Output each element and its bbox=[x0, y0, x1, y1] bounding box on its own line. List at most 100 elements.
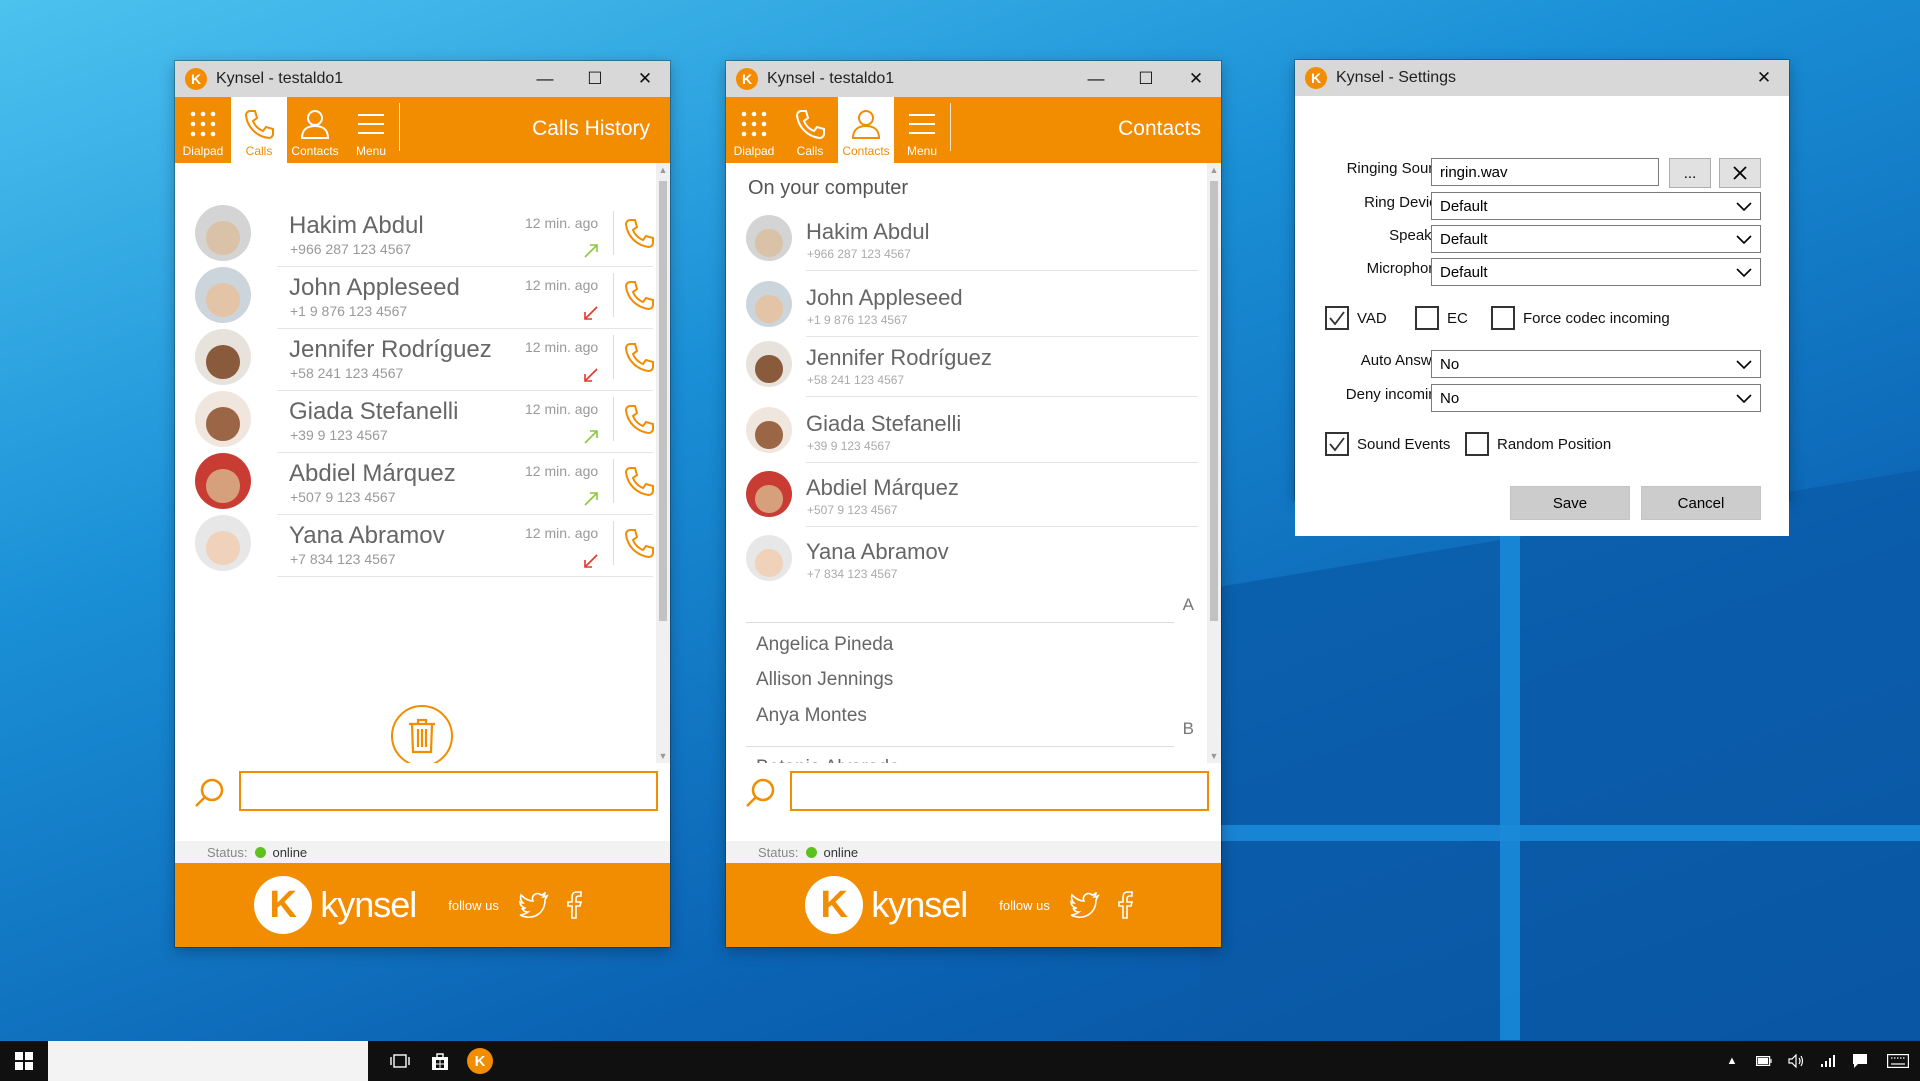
task-view-button[interactable] bbox=[380, 1041, 420, 1081]
call-back-button[interactable] bbox=[623, 527, 655, 564]
network-icon[interactable] bbox=[1812, 1054, 1844, 1068]
maximize-button[interactable]: ☐ bbox=[1121, 61, 1171, 97]
force-codec-label: Force codec incoming bbox=[1523, 309, 1670, 327]
avatar bbox=[195, 205, 251, 261]
facebook-icon[interactable] bbox=[565, 891, 583, 919]
contact-row[interactable]: Yana Abramov +7 834 123 4567 bbox=[746, 529, 1198, 591]
nav-contacts[interactable]: Contacts bbox=[838, 97, 894, 163]
nav-menu[interactable]: Menu bbox=[894, 97, 950, 163]
contacts-window-titlebar[interactable]: K Kynsel - testaldo1 — ☐ ✕ bbox=[726, 61, 1221, 97]
kynsel-taskbar-button[interactable]: K bbox=[460, 1041, 500, 1081]
search-input[interactable] bbox=[239, 771, 658, 811]
settings-window-titlebar[interactable]: K Kynsel - Settings ✕ bbox=[1295, 60, 1789, 96]
phone-icon bbox=[624, 343, 654, 373]
close-button[interactable]: ✕ bbox=[620, 61, 670, 97]
scrollbar-thumb[interactable] bbox=[659, 181, 667, 621]
call-row[interactable]: Abdiel Márquez +507 9 123 4567 12 min. ago bbox=[195, 447, 655, 515]
call-back-button[interactable] bbox=[623, 217, 655, 254]
speaker-value: Default bbox=[1440, 230, 1488, 248]
scroll-up-arrow[interactable]: ▲ bbox=[656, 165, 670, 175]
battery-icon[interactable] bbox=[1748, 1056, 1780, 1066]
nav-calls[interactable]: Calls bbox=[782, 97, 838, 163]
save-button[interactable]: Save bbox=[1510, 486, 1630, 520]
store-icon bbox=[432, 1053, 448, 1070]
call-row[interactable]: Giada Stefanelli +39 9 123 4567 12 min. ag… bbox=[195, 385, 655, 453]
avatar-face bbox=[755, 549, 783, 577]
search-icon[interactable] bbox=[193, 777, 225, 814]
contact-row[interactable]: Hakim Abdul +966 287 123 4567 bbox=[746, 209, 1198, 271]
contact-number: +507 9 123 4567 bbox=[807, 503, 898, 517]
twitter-icon[interactable] bbox=[1070, 892, 1100, 918]
calls-window-titlebar[interactable]: K Kynsel - testaldo1 — ☐ ✕ bbox=[175, 61, 670, 97]
contact-item[interactable]: Allison Jennings bbox=[756, 669, 893, 691]
scroll-down-arrow[interactable]: ▼ bbox=[656, 751, 670, 761]
nav-dialpad[interactable]: Dialpad bbox=[726, 97, 782, 163]
contact-row[interactable]: Jennifer Rodríguez +58 241 123 4567 bbox=[746, 335, 1198, 397]
call-back-button[interactable] bbox=[623, 465, 655, 502]
close-button[interactable]: ✕ bbox=[1739, 60, 1789, 96]
avatar bbox=[195, 391, 251, 447]
call-row[interactable]: Yana Abramov +7 834 123 4567 12 min. ago bbox=[195, 509, 655, 577]
scroll-down-arrow[interactable]: ▼ bbox=[1207, 751, 1221, 761]
store-button[interactable] bbox=[420, 1041, 460, 1081]
scroll-up-arrow[interactable]: ▲ bbox=[1207, 165, 1221, 175]
ring-device-select[interactable]: Default bbox=[1431, 192, 1761, 220]
vad-checkbox[interactable]: VAD bbox=[1325, 306, 1387, 330]
maximize-button[interactable]: ☐ bbox=[570, 61, 620, 97]
section-title: Calls History bbox=[532, 117, 650, 140]
sound-events-checkbox[interactable]: Sound Events bbox=[1325, 432, 1450, 456]
contact-name: Giada Stefanelli bbox=[806, 411, 962, 436]
call-back-button[interactable] bbox=[623, 279, 655, 316]
row-separator bbox=[806, 270, 1198, 271]
force-codec-checkbox[interactable]: Force codec incoming bbox=[1491, 306, 1670, 330]
start-button[interactable] bbox=[0, 1041, 48, 1081]
tray-expand-icon[interactable]: ▲ bbox=[1716, 1055, 1748, 1067]
nav-contacts[interactable]: Contacts bbox=[287, 97, 343, 163]
nav-toolbar: Dialpad Calls Contacts Menu Calls Histor… bbox=[175, 97, 670, 163]
call-row[interactable]: Jennifer Rodríguez +58 241 123 4567 12 min… bbox=[195, 323, 655, 391]
contact-row[interactable]: Giada Stefanelli +39 9 123 4567 bbox=[746, 401, 1198, 463]
taskbar-search-box[interactable] bbox=[48, 1041, 368, 1081]
nav-dialpad[interactable]: Dialpad bbox=[175, 97, 231, 163]
call-row[interactable]: Hakim Abdul +966 287 123 4567 12 min. ago bbox=[195, 199, 655, 267]
contact-row[interactable]: John Appleseed +1 9 876 123 4567 bbox=[746, 275, 1198, 337]
call-back-button[interactable] bbox=[623, 403, 655, 440]
cancel-button[interactable]: Cancel bbox=[1641, 486, 1761, 520]
clear-sound-button[interactable] bbox=[1719, 158, 1761, 188]
deny-incoming-select[interactable]: No bbox=[1431, 384, 1761, 412]
volume-icon[interactable] bbox=[1780, 1054, 1812, 1068]
scrollbar-thumb[interactable] bbox=[1210, 181, 1218, 621]
twitter-icon[interactable] bbox=[519, 892, 549, 918]
nav-menu[interactable]: Menu bbox=[343, 97, 399, 163]
call-back-button[interactable] bbox=[623, 341, 655, 378]
nav-calls[interactable]: Calls bbox=[231, 97, 287, 163]
speaker-select[interactable]: Default bbox=[1431, 225, 1761, 253]
call-row[interactable]: John Appleseed +1 9 876 123 4567 12 min. a… bbox=[195, 261, 655, 329]
action-center-icon[interactable] bbox=[1844, 1053, 1876, 1069]
browse-button[interactable]: ... bbox=[1669, 158, 1711, 188]
minimize-button[interactable]: — bbox=[1071, 61, 1121, 97]
close-button[interactable]: ✕ bbox=[1171, 61, 1221, 97]
trash-icon bbox=[409, 718, 435, 754]
nav-menu-label: Menu bbox=[906, 144, 938, 158]
facebook-icon[interactable] bbox=[1116, 891, 1134, 919]
microphone-select[interactable]: Default bbox=[1431, 258, 1761, 286]
phone-icon bbox=[624, 405, 654, 435]
search-input[interactable] bbox=[790, 771, 1209, 811]
contact-item[interactable]: Angelica Pineda bbox=[756, 634, 893, 656]
minimize-button[interactable]: — bbox=[520, 61, 570, 97]
clear-history-button[interactable] bbox=[391, 705, 453, 767]
status-online-dot bbox=[806, 846, 818, 858]
contact-row[interactable]: Abdiel Márquez +507 9 123 4567 bbox=[746, 465, 1198, 527]
row-separator bbox=[277, 576, 653, 577]
random-position-checkbox[interactable]: Random Position bbox=[1465, 432, 1611, 456]
ringing-sound-field[interactable]: ringin.wav bbox=[1431, 158, 1659, 186]
toolbar-divider bbox=[950, 103, 951, 151]
scrollbar[interactable]: ▲ ▼ bbox=[656, 163, 670, 763]
auto-answer-select[interactable]: No bbox=[1431, 350, 1761, 378]
keyboard-icon[interactable] bbox=[1876, 1054, 1920, 1068]
letter-divider-a: A bbox=[746, 593, 1198, 623]
search-icon[interactable] bbox=[744, 777, 776, 814]
ec-checkbox[interactable]: EC bbox=[1415, 306, 1468, 330]
scrollbar[interactable]: ▲ ▼ bbox=[1207, 163, 1221, 763]
